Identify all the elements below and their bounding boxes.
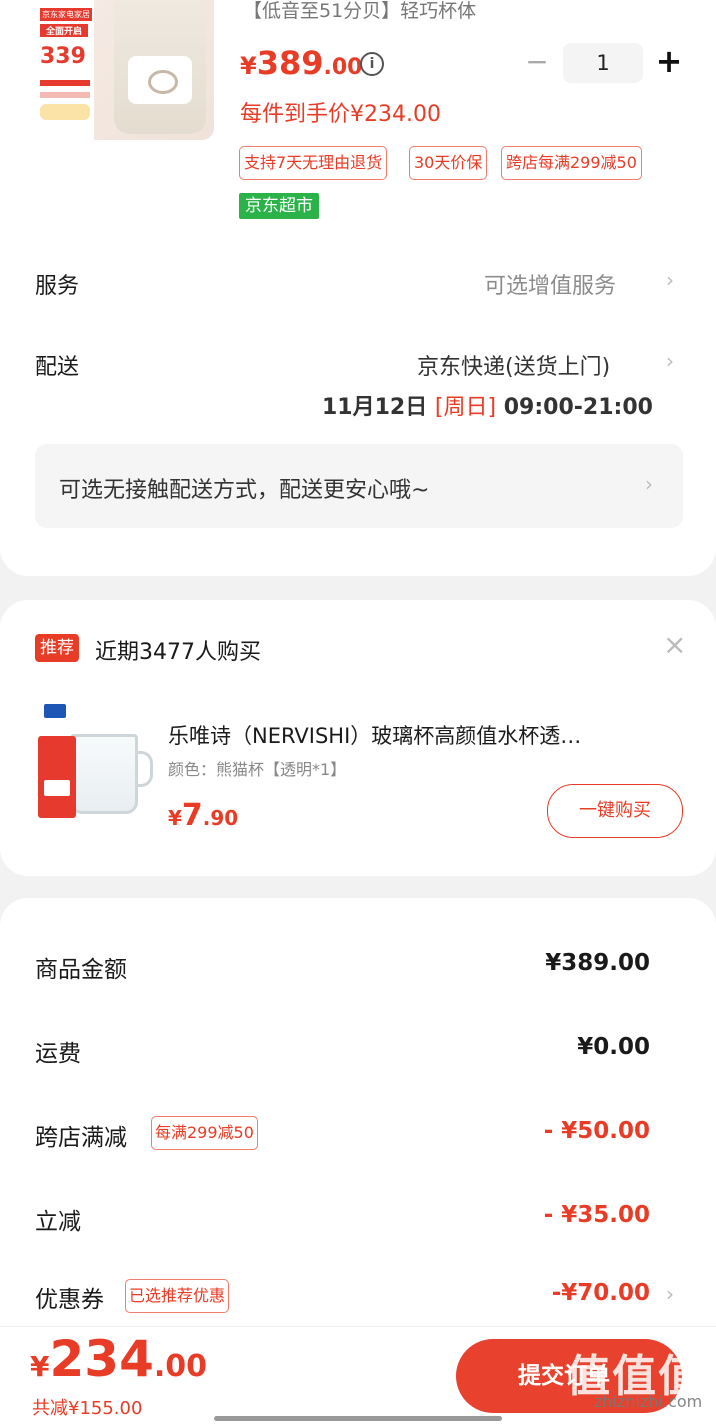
recommended-item-spec: 颜色：熊猫杯【透明*1】 bbox=[168, 760, 347, 779]
one-click-buy-button[interactable]: 一键购买 bbox=[547, 784, 683, 838]
quantity-increase-button[interactable]: + bbox=[655, 45, 683, 77]
site-watermark-url: zhizhizhi.com bbox=[594, 1392, 703, 1411]
recommend-badge: 推荐 bbox=[35, 634, 79, 662]
no-contact-text: 可选无接触配送方式，配送更安心哦~ bbox=[59, 478, 430, 503]
home-indicator[interactable] bbox=[214, 1416, 502, 1421]
product-price: ¥389.00 bbox=[240, 44, 363, 82]
thumbnail-promo-strip: 京东家电家居 全面开启 339 bbox=[36, 0, 94, 140]
no-contact-delivery-banner[interactable]: 可选无接触配送方式，配送更安心哦~ › bbox=[35, 444, 683, 528]
chevron-right-icon: › bbox=[645, 472, 653, 496]
cross-store-discount-label: 跨店满减 bbox=[35, 1125, 127, 1151]
instant-discount-value: - ¥35.00 bbox=[543, 1202, 650, 1228]
coupon-tag: 已选推荐优惠 bbox=[125, 1279, 230, 1313]
quantity-decrease-button[interactable]: − bbox=[525, 48, 549, 76]
coupon-label: 优惠券 bbox=[35, 1287, 104, 1313]
blender-image bbox=[114, 0, 206, 134]
info-icon[interactable]: i bbox=[360, 52, 384, 76]
chevron-right-icon[interactable]: › bbox=[666, 349, 674, 373]
delivery-method[interactable]: 京东快递(送货上门) bbox=[417, 349, 610, 381]
total-price: ¥234.00 bbox=[30, 1330, 208, 1388]
jd-supermarket-tag: 京东超市 bbox=[239, 193, 319, 219]
glass-cup-image bbox=[70, 734, 153, 814]
goods-amount-label: 商品金额 bbox=[35, 957, 127, 983]
delivery-label: 配送 bbox=[35, 355, 80, 380]
thumb-badge-price: 339 bbox=[40, 44, 86, 69]
tag-cross-store: 跨店每满299减50 bbox=[501, 146, 642, 180]
promo-sticker bbox=[38, 736, 76, 818]
thumb-stripe-light bbox=[40, 92, 90, 98]
chevron-right-icon[interactable]: › bbox=[666, 268, 674, 292]
cross-store-discount-value: - ¥50.00 bbox=[543, 1118, 650, 1144]
brand-logo bbox=[44, 704, 66, 718]
order-item-card: 京东家电家居 全面开启 339 【低音至51分贝】轻巧杯体 ¥389.00 i … bbox=[0, 0, 716, 576]
delivery-date-text: 11月12日 bbox=[322, 395, 428, 420]
instant-discount-label: 立减 bbox=[35, 1209, 81, 1235]
delivery-date[interactable]: 11月12日 [周日] 09:00-21:00 bbox=[322, 389, 653, 421]
product-thumbnail[interactable]: 京东家电家居 全面开启 339 bbox=[36, 0, 214, 140]
delivery-time: 09:00-21:00 bbox=[503, 395, 653, 420]
thumb-sticker bbox=[40, 104, 90, 120]
thumb-badge-2: 全面开启 bbox=[40, 24, 88, 37]
service-label: 服务 bbox=[35, 274, 80, 299]
thumb-stripe bbox=[40, 80, 90, 86]
shipping-value: ¥0.00 bbox=[577, 1034, 650, 1060]
recommended-item-price: ¥7.90 bbox=[168, 798, 239, 833]
total-saved: 共减¥155.00 bbox=[32, 1398, 143, 1419]
recommend-title: 近期3477人购买 bbox=[95, 640, 261, 665]
cross-store-discount-tag: 每满299减50 bbox=[151, 1116, 258, 1150]
recommended-item-title[interactable]: 乐唯诗（NERVISHI）玻璃杯高颜值水杯透… bbox=[168, 720, 684, 750]
close-icon[interactable]: × bbox=[663, 628, 686, 661]
shipping-label: 运费 bbox=[35, 1041, 81, 1067]
thumb-badge-1: 京东家电家居 bbox=[40, 8, 92, 21]
recommended-item-thumbnail[interactable] bbox=[36, 700, 156, 824]
service-value[interactable]: 可选增值服务 bbox=[484, 268, 616, 300]
chevron-right-icon[interactable]: › bbox=[666, 1282, 674, 1306]
tag-7day-return: 支持7天无理由退货 bbox=[239, 146, 388, 180]
unit-final-price: 每件到手价¥234.00 bbox=[240, 102, 441, 127]
product-name[interactable]: 【低音至51分贝】轻巧杯体 bbox=[243, 0, 476, 23]
delivery-weekday: [周日] bbox=[434, 395, 497, 420]
tag-price-protect: 30天价保 bbox=[409, 146, 488, 180]
goods-amount-value: ¥389.00 bbox=[545, 950, 650, 976]
quantity-input[interactable]: 1 bbox=[563, 43, 643, 83]
coupon-value[interactable]: -¥70.00 bbox=[552, 1280, 650, 1306]
